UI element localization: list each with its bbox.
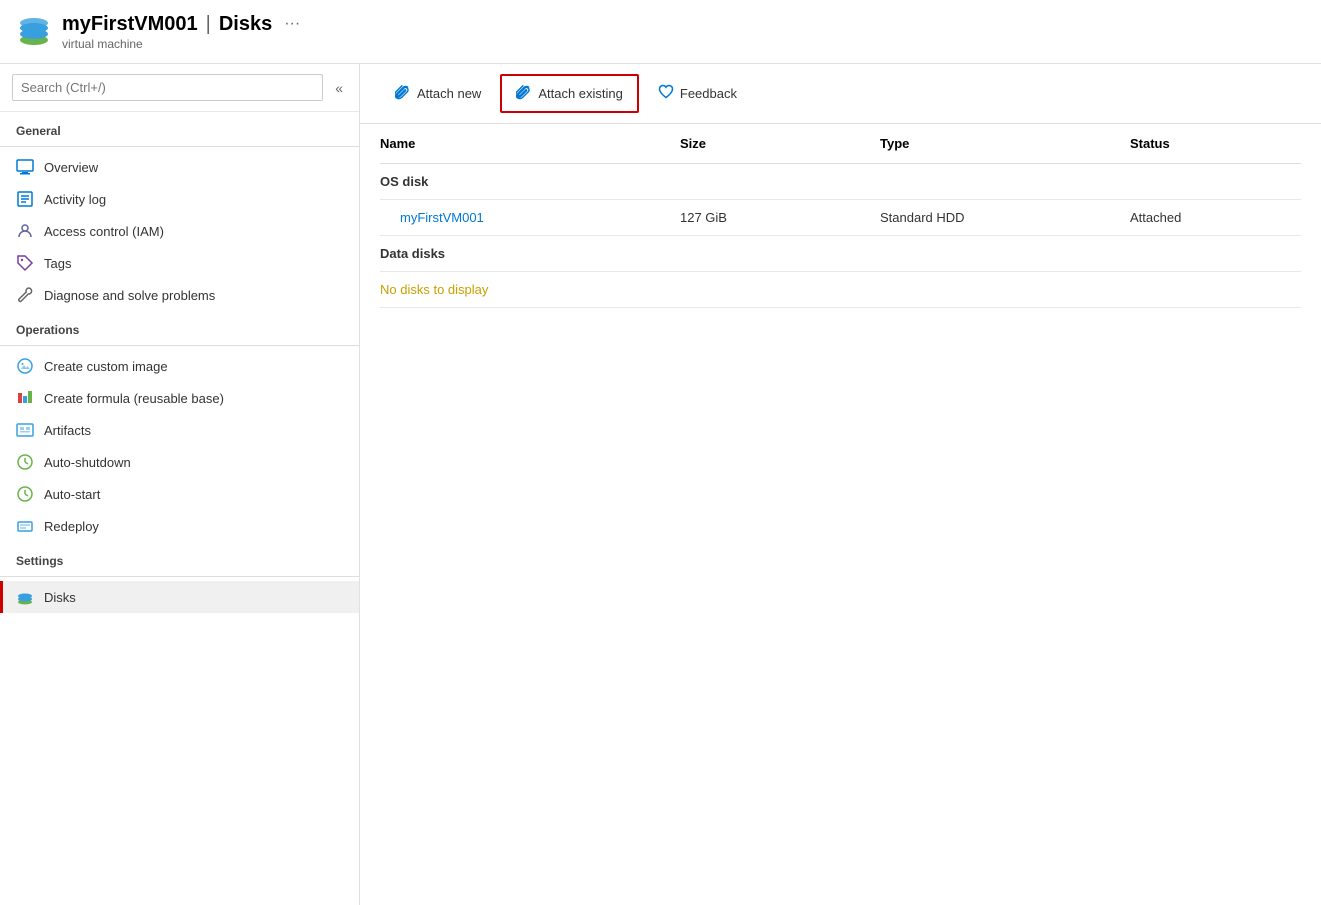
sidebar-label-auto-start: Auto-start — [44, 487, 100, 502]
content-area: Attach new Attach existing Feedback N — [360, 64, 1321, 905]
sidebar-item-artifacts[interactable]: Artifacts — [0, 414, 359, 446]
resource-name: myFirstVM001 — [62, 13, 198, 36]
sidebar-label-iam: Access control (IAM) — [44, 224, 164, 239]
content-body: Name Size Type Status OS disk myFirstVM0… — [360, 124, 1321, 905]
sidebar-collapse-button[interactable]: « — [331, 76, 347, 100]
disk-size: 127 GiB — [680, 210, 880, 225]
clock-icon-shutdown — [16, 453, 34, 471]
sidebar: « General Overview Activity log — [0, 64, 360, 905]
clock-icon-start — [16, 485, 34, 503]
sidebar-section-settings: Settings — [0, 542, 359, 572]
sidebar-item-tags[interactable]: Tags — [0, 247, 359, 279]
sidebar-label-auto-shutdown: Auto-shutdown — [44, 455, 131, 470]
resource-type: virtual machine — [62, 37, 143, 51]
sidebar-label-overview: Overview — [44, 160, 98, 175]
attach-existing-label: Attach existing — [538, 86, 623, 101]
disk-status: Attached — [1130, 210, 1321, 225]
sidebar-search-area: « — [0, 64, 359, 112]
disk-icon — [16, 588, 34, 606]
activitylog-icon — [16, 190, 34, 208]
title-separator: | — [206, 13, 211, 36]
col-header-name: Name — [380, 136, 680, 151]
sidebar-item-redeploy[interactable]: Redeploy — [0, 510, 359, 542]
sidebar-item-iam[interactable]: Access control (IAM) — [0, 215, 359, 247]
sidebar-label-redeploy: Redeploy — [44, 519, 99, 534]
os-disk-section-title: OS disk — [380, 164, 1301, 200]
paperclip-icon-existing — [516, 84, 532, 103]
sidebar-label-activity-log: Activity log — [44, 192, 106, 207]
col-header-type: Type — [880, 136, 1130, 151]
heart-icon — [658, 84, 674, 103]
sidebar-item-disks[interactable]: Disks — [0, 581, 359, 613]
tag-icon — [16, 254, 34, 272]
col-header-size: Size — [680, 136, 880, 151]
sidebar-item-activity-log[interactable]: Activity log — [0, 183, 359, 215]
title-block: myFirstVM001 | Disks ··· virtual machine — [62, 13, 300, 51]
image-icon — [16, 357, 34, 375]
vm-icon — [16, 12, 52, 51]
disk-type: Standard HDD — [880, 210, 1130, 225]
formula-icon — [16, 389, 34, 407]
sidebar-label-artifacts: Artifacts — [44, 423, 91, 438]
data-disks-section-title: Data disks — [380, 236, 1301, 272]
sidebar-item-create-image[interactable]: Create custom image — [0, 350, 359, 382]
sidebar-section-general: General — [0, 112, 359, 142]
sidebar-label-create-formula: Create formula (reusable base) — [44, 391, 224, 406]
disks-table: Name Size Type Status OS disk myFirstVM0… — [380, 124, 1301, 308]
monitor-icon — [16, 158, 34, 176]
disk-name-link[interactable]: myFirstVM001 — [380, 210, 680, 225]
feedback-label: Feedback — [680, 86, 737, 101]
main-layout: « General Overview Activity log — [0, 64, 1321, 905]
iam-icon — [16, 222, 34, 240]
attach-new-label: Attach new — [417, 86, 481, 101]
sidebar-label-tags: Tags — [44, 256, 71, 271]
redeploy-icon — [16, 517, 34, 535]
sidebar-item-overview[interactable]: Overview — [0, 151, 359, 183]
sidebar-item-diagnose[interactable]: Diagnose and solve problems — [0, 279, 359, 311]
table-row: myFirstVM001 127 GiB Standard HDD Attach… — [380, 200, 1301, 236]
paperclip-icon-new — [395, 84, 411, 103]
sidebar-body: General Overview Activity log Access con… — [0, 112, 359, 905]
attach-new-button[interactable]: Attach new — [380, 75, 496, 112]
sidebar-section-operations: Operations — [0, 311, 359, 341]
toolbar: Attach new Attach existing Feedback — [360, 64, 1321, 124]
sidebar-item-auto-shutdown[interactable]: Auto-shutdown — [0, 446, 359, 478]
feedback-button[interactable]: Feedback — [643, 75, 752, 112]
page-header: myFirstVM001 | Disks ··· virtual machine — [0, 0, 1321, 64]
sidebar-item-create-formula[interactable]: Create formula (reusable base) — [0, 382, 359, 414]
no-data-message: No disks to display — [380, 272, 1301, 308]
artifacts-icon — [16, 421, 34, 439]
col-header-status: Status — [1130, 136, 1321, 151]
page-section: Disks — [219, 13, 272, 36]
more-options-button[interactable]: ··· — [284, 15, 300, 33]
sidebar-item-auto-start[interactable]: Auto-start — [0, 478, 359, 510]
sidebar-label-diagnose: Diagnose and solve problems — [44, 288, 215, 303]
sidebar-label-create-image: Create custom image — [44, 359, 168, 374]
wrench-icon — [16, 286, 34, 304]
table-header: Name Size Type Status — [380, 124, 1301, 164]
attach-existing-button[interactable]: Attach existing — [500, 74, 639, 113]
sidebar-label-disks: Disks — [44, 590, 76, 605]
search-input[interactable] — [12, 74, 323, 101]
